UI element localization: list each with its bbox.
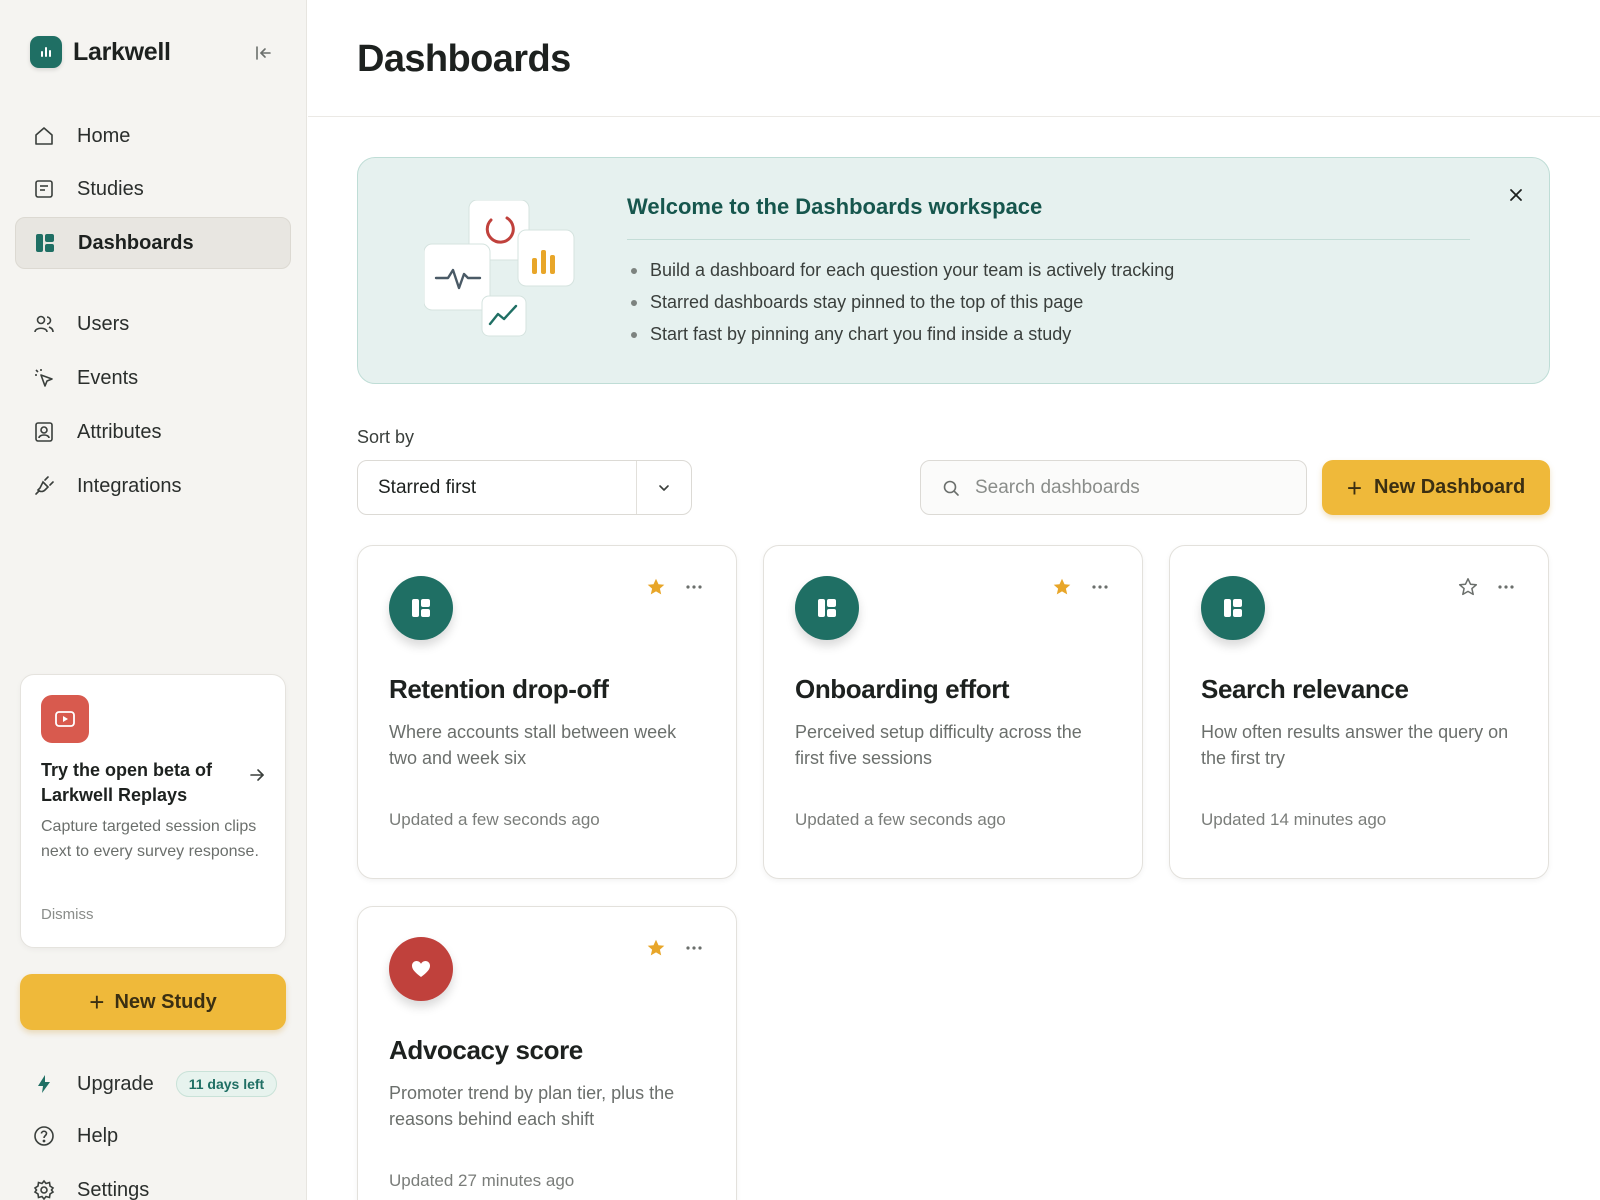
- id-card-icon: [32, 420, 56, 444]
- new-dashboard-button[interactable]: + New Dashboard: [1322, 460, 1550, 515]
- star-filled-icon[interactable]: [644, 575, 668, 599]
- more-options-icon[interactable]: [1088, 575, 1112, 599]
- sidebar-item-events[interactable]: Events: [15, 352, 291, 404]
- sidebar-item-users[interactable]: Users: [15, 298, 291, 350]
- card-description: How often results answer the query on th…: [1201, 722, 1509, 768]
- sidebar: Larkwell Home Studies Dashboards Users E…: [0, 0, 307, 1200]
- users-icon: [32, 312, 56, 336]
- card-description: Perceived setup difficulty across the fi…: [795, 722, 1082, 768]
- star-filled-icon[interactable]: [644, 936, 668, 960]
- sidebar-item-label: Help: [77, 1124, 119, 1147]
- card-updated: Updated 27 minutes ago: [389, 1171, 575, 1190]
- star-filled-icon[interactable]: [1050, 575, 1074, 599]
- help-icon: [32, 1124, 56, 1148]
- plus-icon: +: [1346, 472, 1363, 503]
- new-study-button[interactable]: + New Study: [20, 974, 286, 1030]
- card-title: Search relevance: [1201, 674, 1409, 704]
- promo-dismiss-link[interactable]: Dismiss: [41, 906, 94, 923]
- bolt-icon: [32, 1072, 56, 1096]
- dashboard-icon: [389, 576, 453, 640]
- sort-value: Starred first: [378, 476, 477, 498]
- sidebar-item-settings[interactable]: Settings: [15, 1164, 291, 1200]
- sidebar-item-label: Attributes: [77, 420, 162, 443]
- banner-points: Build a dashboard for each question your…: [627, 254, 1174, 350]
- banner-point: Start fast by pinning any chart you find…: [627, 318, 1174, 350]
- chevron-down-icon: [636, 461, 691, 514]
- sidebar-item-home[interactable]: Home: [15, 110, 291, 162]
- promo-text: Capture targeted session clips next to e…: [41, 818, 259, 860]
- sidebar-item-label: Users: [77, 312, 130, 335]
- more-options-icon[interactable]: [682, 936, 706, 960]
- sidebar-item-integrations[interactable]: Integrations: [15, 460, 291, 512]
- banner-title: Welcome to the Dashboards workspace: [627, 194, 1043, 219]
- new-study-label: New Study: [114, 990, 217, 1013]
- close-icon[interactable]: [1505, 184, 1527, 206]
- header-divider: [308, 116, 1600, 117]
- banner-point: Starred dashboards stay pinned to the to…: [627, 286, 1174, 318]
- card-updated: Updated 14 minutes ago: [1201, 810, 1387, 829]
- cursor-click-icon: [32, 366, 56, 390]
- sidebar-item-help[interactable]: Help: [15, 1110, 291, 1162]
- sort-select[interactable]: Starred first: [357, 460, 692, 515]
- sidebar-item-label: Integrations: [77, 474, 182, 497]
- card-title: Onboarding effort: [795, 674, 1010, 704]
- page-title: Dashboards: [357, 38, 571, 80]
- card-description: Where accounts stall between week two an…: [389, 722, 677, 768]
- card-updated: Updated a few seconds ago: [795, 810, 1006, 829]
- heart-icon: [389, 937, 453, 1001]
- card-title: Retention drop-off: [389, 674, 609, 704]
- search-box: [920, 460, 1307, 515]
- sidebar-item-label: Events: [77, 366, 139, 389]
- sidebar-item-studies[interactable]: Studies: [15, 163, 291, 215]
- banner-divider: [627, 239, 1470, 240]
- plus-icon: +: [89, 987, 105, 1017]
- dashboard-card[interactable]: Search relevance How often results answe…: [1169, 545, 1549, 879]
- star-outline-icon[interactable]: [1456, 575, 1480, 599]
- sidebar-item-label: Home: [77, 124, 131, 147]
- more-options-icon[interactable]: [1494, 575, 1518, 599]
- brand-logo-icon: [30, 36, 62, 68]
- dashboard-icon: [33, 231, 57, 255]
- collapse-sidebar-icon[interactable]: [250, 40, 276, 66]
- dashboard-icon: [1201, 576, 1265, 640]
- dashboard-illustration-icon: [423, 199, 576, 340]
- sidebar-item-upgrade[interactable]: Upgrade 11 days left: [15, 1058, 291, 1110]
- replay-icon: [41, 695, 89, 743]
- sidebar-item-label: Settings: [77, 1178, 150, 1200]
- sort-label: Sort by: [357, 427, 415, 447]
- sidebar-item-attributes[interactable]: Attributes: [15, 406, 291, 458]
- welcome-banner: Welcome to the Dashboards workspace Buil…: [357, 157, 1550, 384]
- more-options-icon[interactable]: [682, 575, 706, 599]
- new-dashboard-label: New Dashboard: [1374, 476, 1526, 498]
- search-input[interactable]: [975, 476, 1295, 499]
- dashboard-icon: [795, 576, 859, 640]
- dashboard-card[interactable]: Retention drop-off Where accounts stall …: [357, 545, 737, 879]
- search-icon: [941, 478, 961, 498]
- sidebar-item-dashboards[interactable]: Dashboards: [15, 217, 291, 269]
- brand[interactable]: Larkwell: [30, 36, 171, 68]
- promo-card: Try the open beta of Larkwell Replays Ca…: [20, 674, 286, 948]
- card-description: Promoter trend by plan tier, plus the re…: [389, 1083, 675, 1129]
- arrow-right-icon[interactable]: [245, 763, 269, 787]
- brand-name: Larkwell: [73, 37, 171, 66]
- card-updated: Updated a few seconds ago: [389, 810, 600, 829]
- document-icon: [32, 177, 56, 201]
- promo-title: Try the open beta of Larkwell Replays: [41, 760, 213, 805]
- plug-icon: [32, 474, 56, 498]
- sidebar-item-label: Upgrade: [77, 1072, 154, 1095]
- home-icon: [32, 124, 56, 148]
- trial-days-badge: 11 days left: [175, 1071, 278, 1097]
- dashboard-card[interactable]: Onboarding effort Perceived setup diffic…: [763, 545, 1143, 879]
- card-title: Advocacy score: [389, 1035, 583, 1065]
- gear-icon: [32, 1178, 56, 1200]
- sidebar-item-label: Studies: [77, 177, 144, 200]
- banner-point: Build a dashboard for each question your…: [627, 254, 1174, 286]
- dashboard-card[interactable]: Advocacy score Promoter trend by plan ti…: [357, 906, 737, 1200]
- sidebar-item-label: Dashboards: [78, 231, 194, 254]
